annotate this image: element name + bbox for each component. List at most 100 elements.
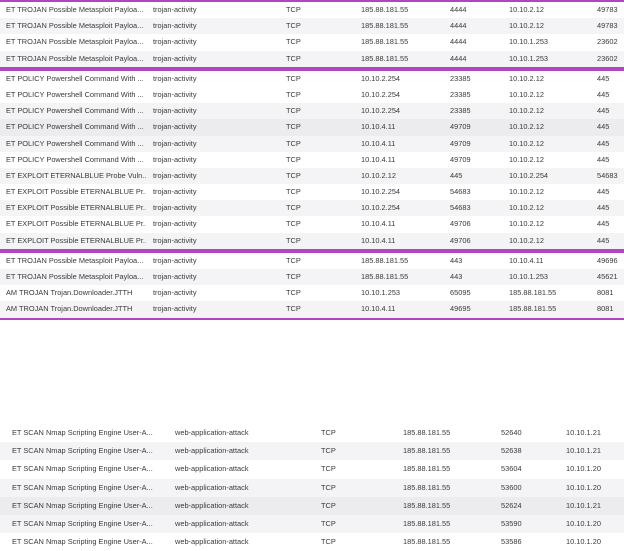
alerts-table-top: ET TROJAN Possible Metasploit Payloa... t… bbox=[0, 0, 624, 320]
alert-dst-port: 8081 bbox=[597, 288, 614, 298]
alert-classification: web-application-attack bbox=[175, 428, 249, 437]
alert-protocol: TCP bbox=[286, 106, 301, 116]
alert-dst-ip: 10.10.2.12 bbox=[509, 154, 544, 164]
alert-dst-ip: 10.10.2.12 bbox=[509, 5, 544, 14]
table-row[interactable]: ET EXPLOIT Possible ETERNALBLUE Pr... tro… bbox=[0, 184, 624, 200]
alert-classification: trojan-activity bbox=[153, 203, 197, 213]
alert-dst-port: 23602 bbox=[597, 37, 618, 47]
table-row[interactable]: ET SCAN Nmap Scripting Engine User-A... w… bbox=[0, 442, 624, 461]
alert-dst-port: 49783 bbox=[597, 21, 618, 31]
table-row[interactable]: ET SCAN Nmap Scripting Engine User-A... w… bbox=[0, 424, 624, 442]
alert-dst-port: 445 bbox=[597, 203, 610, 213]
table-row[interactable]: AM TROJAN Trojan.Downloader.JTTH trojan-a… bbox=[0, 301, 624, 320]
alert-dst-port: 54683 bbox=[597, 170, 618, 180]
alert-dst-ip: 10.10.2.12 bbox=[509, 73, 544, 83]
alert-signature: ET TROJAN Possible Metasploit Payloa... bbox=[6, 37, 144, 47]
alert-classification: web-application-attack bbox=[175, 500, 249, 510]
alert-src-port: 53600 bbox=[501, 482, 522, 492]
table-row[interactable]: ET TROJAN Possible Metasploit Payloa... t… bbox=[0, 250, 624, 269]
table-row[interactable]: ET POLICY Powershell Command With ... tro… bbox=[0, 103, 624, 120]
table-row[interactable]: ET EXPLOIT Possible ETERNALBLUE Pr... tro… bbox=[0, 232, 624, 251]
alert-signature: ET POLICY Powershell Command With ... bbox=[6, 73, 144, 83]
alert-src-ip: 185.88.181.55 bbox=[403, 482, 451, 492]
alert-dst-port: 445 bbox=[597, 187, 610, 197]
table-row[interactable]: ET TROJAN Possible Metasploit Payloa... t… bbox=[0, 269, 624, 286]
alert-src-ip: 185.88.181.55 bbox=[361, 255, 409, 265]
table-row[interactable]: ET SCAN Nmap Scripting Engine User-A... w… bbox=[0, 478, 624, 497]
table-row[interactable]: ET TROJAN Possible Metasploit Payloa... t… bbox=[0, 18, 624, 35]
alert-protocol: TCP bbox=[321, 428, 336, 437]
alert-signature: ET EXPLOIT ETERNALBLUE Probe Vuln... bbox=[6, 170, 146, 180]
alert-protocol: TCP bbox=[286, 288, 301, 298]
table-row[interactable]: ET SCAN Nmap Scripting Engine User-A... w… bbox=[0, 514, 624, 534]
table-row[interactable]: ET EXPLOIT Possible ETERNALBLUE Pr... tro… bbox=[0, 200, 624, 217]
table-row[interactable]: ET POLICY Powershell Command With ... tro… bbox=[0, 68, 624, 87]
alert-dst-ip: 10.10.2.12 bbox=[509, 122, 544, 132]
alert-dst-ip: 10.10.1.20 bbox=[566, 482, 601, 492]
alert-dst-port: 445 bbox=[597, 89, 610, 99]
alert-src-ip: 10.10.1.253 bbox=[361, 288, 401, 298]
alert-signature: ET TROJAN Possible Metasploit Payloa... bbox=[6, 272, 144, 281]
alert-dst-ip: 10.10.1.20 bbox=[566, 464, 601, 474]
alert-dst-port: 445 bbox=[597, 235, 610, 245]
table-row[interactable]: ET EXPLOIT ETERNALBLUE Probe Vuln... troj… bbox=[0, 167, 624, 185]
alert-src-port: 445 bbox=[450, 170, 463, 180]
alert-protocol: TCP bbox=[286, 235, 301, 245]
alert-classification: trojan-activity bbox=[153, 21, 197, 31]
alert-src-ip: 10.10.4.11 bbox=[361, 122, 396, 132]
table-row[interactable]: ET TROJAN Possible Metasploit Payloa... t… bbox=[0, 0, 624, 18]
table-row[interactable]: ET POLICY Powershell Command With ... tro… bbox=[0, 119, 624, 136]
alert-src-port: 4444 bbox=[450, 53, 467, 63]
alert-src-port: 52624 bbox=[501, 500, 522, 510]
table-row[interactable]: AM TROJAN Trojan.Downloader.JTTH trojan-a… bbox=[0, 285, 624, 301]
alert-src-port: 443 bbox=[450, 272, 463, 281]
alert-src-ip: 185.88.181.55 bbox=[361, 53, 409, 63]
alert-protocol: TCP bbox=[286, 37, 301, 47]
table-row[interactable]: ET EXPLOIT Possible ETERNALBLUE Pr... tro… bbox=[0, 216, 624, 232]
alert-signature: ET SCAN Nmap Scripting Engine User-A... bbox=[12, 446, 153, 456]
table-row[interactable]: ET TROJAN Possible Metasploit Payloa... t… bbox=[0, 50, 624, 69]
table-row[interactable]: ET POLICY Powershell Command With ... tro… bbox=[0, 152, 624, 168]
alert-src-port: 53586 bbox=[501, 537, 522, 547]
alert-protocol: TCP bbox=[286, 5, 301, 14]
alert-classification: trojan-activity bbox=[153, 37, 197, 47]
alert-protocol: TCP bbox=[321, 482, 336, 492]
alert-dst-ip: 10.10.2.12 bbox=[509, 219, 544, 229]
table-row[interactable]: ET SCAN Nmap Scripting Engine User-A... w… bbox=[0, 533, 624, 551]
alert-protocol: TCP bbox=[286, 73, 301, 83]
alert-src-ip: 185.88.181.55 bbox=[403, 537, 451, 547]
alert-src-port: 49709 bbox=[450, 138, 471, 148]
alert-src-ip: 185.88.181.55 bbox=[361, 272, 409, 281]
alert-dst-ip: 185.88.181.55 bbox=[509, 304, 557, 314]
alert-dst-ip: 10.10.1.253 bbox=[509, 272, 549, 281]
alert-src-ip: 185.88.181.55 bbox=[403, 500, 451, 510]
table-row[interactable]: ET SCAN Nmap Scripting Engine User-A... w… bbox=[0, 460, 624, 478]
alert-dst-port: 445 bbox=[597, 138, 610, 148]
alert-classification: trojan-activity bbox=[153, 154, 197, 164]
alert-dst-ip: 10.10.1.253 bbox=[509, 37, 549, 47]
alert-src-ip: 185.88.181.55 bbox=[361, 37, 409, 47]
alert-classification: trojan-activity bbox=[153, 187, 197, 197]
alert-src-ip: 10.10.4.11 bbox=[361, 235, 396, 245]
alert-classification: trojan-activity bbox=[153, 5, 197, 14]
alert-src-port: 4444 bbox=[450, 21, 467, 31]
alert-src-port: 49695 bbox=[450, 304, 471, 314]
alert-src-port: 23385 bbox=[450, 89, 471, 99]
alert-protocol: TCP bbox=[286, 21, 301, 31]
alert-signature: ET EXPLOIT Possible ETERNALBLUE Pr... bbox=[6, 219, 146, 229]
alert-protocol: TCP bbox=[321, 537, 336, 547]
alert-src-port: 52640 bbox=[501, 428, 522, 437]
table-row[interactable]: ET SCAN Nmap Scripting Engine User-A... w… bbox=[0, 496, 624, 515]
alert-src-port: 49706 bbox=[450, 235, 471, 245]
alert-dst-ip: 10.10.2.254 bbox=[509, 170, 549, 180]
alert-protocol: TCP bbox=[286, 304, 301, 314]
table-row[interactable]: ET TROJAN Possible Metasploit Payloa... t… bbox=[0, 34, 624, 50]
alert-dst-ip: 10.10.1.20 bbox=[566, 537, 601, 547]
alert-dst-ip: 10.10.1.20 bbox=[566, 518, 601, 528]
alert-dst-port: 23602 bbox=[597, 53, 618, 63]
alert-src-ip: 10.10.4.11 bbox=[361, 154, 396, 164]
table-row[interactable]: ET POLICY Powershell Command With ... tro… bbox=[0, 87, 624, 103]
alert-classification: web-application-attack bbox=[175, 537, 249, 547]
alert-protocol: TCP bbox=[286, 255, 301, 265]
table-row[interactable]: ET POLICY Powershell Command With ... tro… bbox=[0, 135, 624, 152]
